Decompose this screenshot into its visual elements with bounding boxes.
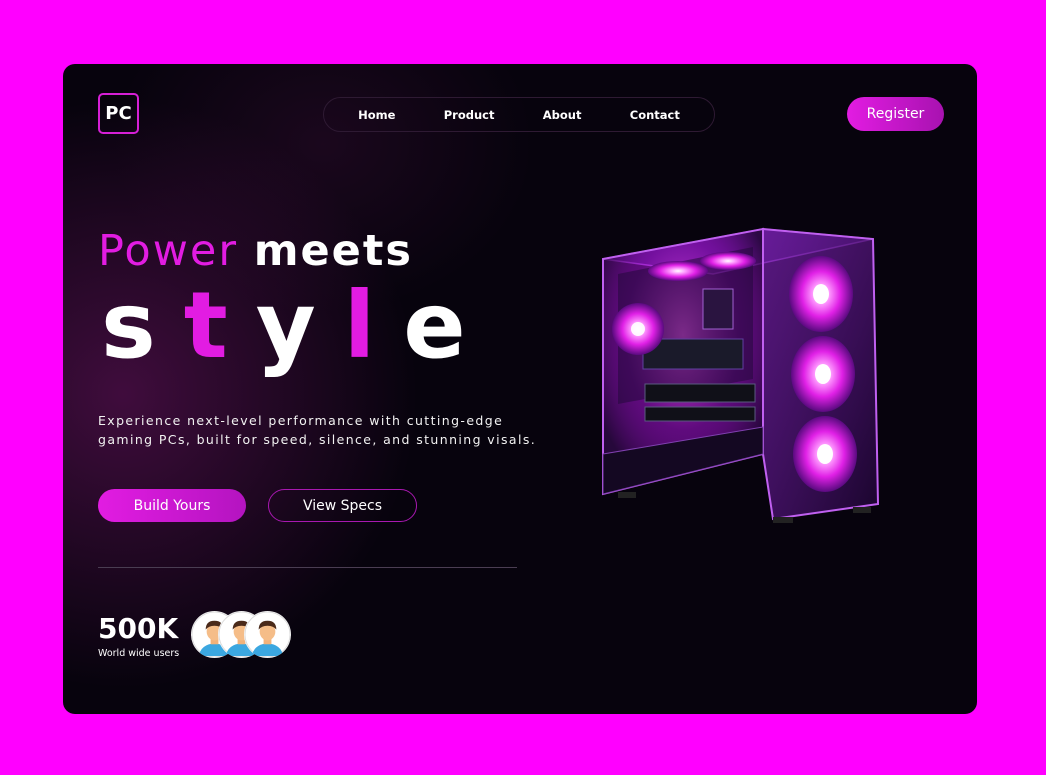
headline-letter: e [403, 272, 494, 379]
headline-letter: y [255, 272, 344, 379]
headline-letter: l [343, 272, 404, 379]
main-nav: Home Product About Contact [323, 97, 715, 132]
nav-home[interactable]: Home [350, 104, 403, 126]
register-button[interactable]: Register [847, 97, 944, 131]
user-count-label: World wide users [98, 648, 180, 659]
nav-product[interactable]: Product [436, 104, 503, 126]
user-count: 500K [98, 612, 179, 645]
gaming-pc-case-image [602, 227, 880, 523]
hero-headline-style: style [101, 272, 494, 379]
headline-power: Power [98, 226, 239, 276]
headline-letter: s [101, 272, 184, 379]
brand-logo[interactable]: PC [98, 93, 139, 134]
logo-text: PC [105, 103, 132, 124]
divider [98, 567, 517, 568]
avatar-group [191, 611, 301, 659]
headline-meets: meets [253, 226, 413, 276]
view-specs-button[interactable]: View Specs [268, 489, 417, 522]
nav-about[interactable]: About [535, 104, 590, 126]
nav-contact[interactable]: Contact [622, 104, 688, 126]
hero-headline: Power meets [98, 226, 413, 276]
headline-letter: t [183, 272, 256, 379]
hero-card: PC Home Product About Contact Register P… [63, 64, 977, 714]
user-avatar-icon [244, 611, 291, 658]
build-yours-button[interactable]: Build Yours [98, 489, 246, 522]
hero-description: Experience next-level performance with c… [98, 413, 537, 447]
